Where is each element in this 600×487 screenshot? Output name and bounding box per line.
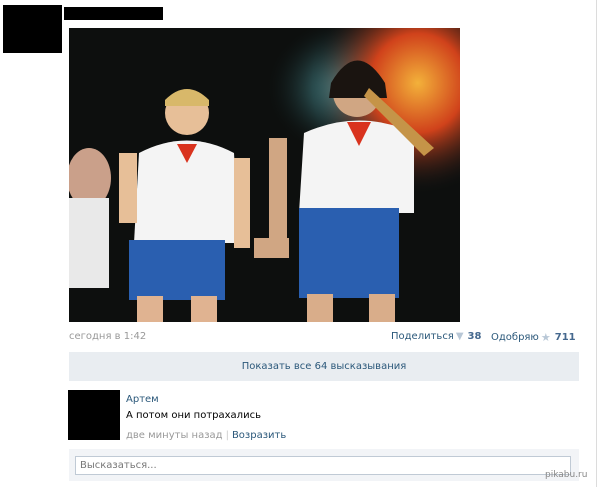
post-timestamp[interactable]: сегодня в 1:42 bbox=[69, 331, 146, 342]
show-all-comments-button[interactable]: Показать все 64 высказывания bbox=[69, 352, 579, 381]
photo-illustration bbox=[69, 28, 460, 322]
separator: | bbox=[225, 430, 229, 441]
watermark: pikabu.ru bbox=[545, 470, 588, 480]
comment-author-avatar[interactable] bbox=[68, 390, 120, 440]
share-label: Поделиться bbox=[391, 331, 454, 342]
comment-meta: две минуты назад | Возразить bbox=[126, 430, 286, 441]
post-author-name-redacted[interactable] bbox=[64, 7, 163, 20]
like-count: 711 bbox=[554, 332, 576, 343]
like-label: Одобряю bbox=[491, 332, 539, 343]
reply-link[interactable]: Возразить bbox=[232, 430, 286, 441]
like-button[interactable]: Одобряю ★ 711 bbox=[491, 331, 576, 344]
comment-text: А потом они потрахались bbox=[126, 410, 261, 421]
divider bbox=[596, 0, 597, 487]
show-all-comments-label: Показать все 64 высказывания bbox=[241, 361, 407, 372]
post-photo[interactable] bbox=[69, 28, 460, 322]
reply-input[interactable]: Высказаться... bbox=[75, 456, 571, 475]
star-icon: ★ bbox=[540, 331, 551, 344]
share-button[interactable]: Поделиться ▼ 38 bbox=[391, 331, 481, 342]
comment-timestamp[interactable]: две минуты назад bbox=[126, 430, 223, 441]
comment-author-name[interactable]: Артем bbox=[126, 394, 159, 405]
megaphone-icon: ▼ bbox=[455, 331, 464, 342]
share-count: 38 bbox=[467, 331, 482, 342]
post-author-avatar[interactable] bbox=[3, 5, 62, 53]
